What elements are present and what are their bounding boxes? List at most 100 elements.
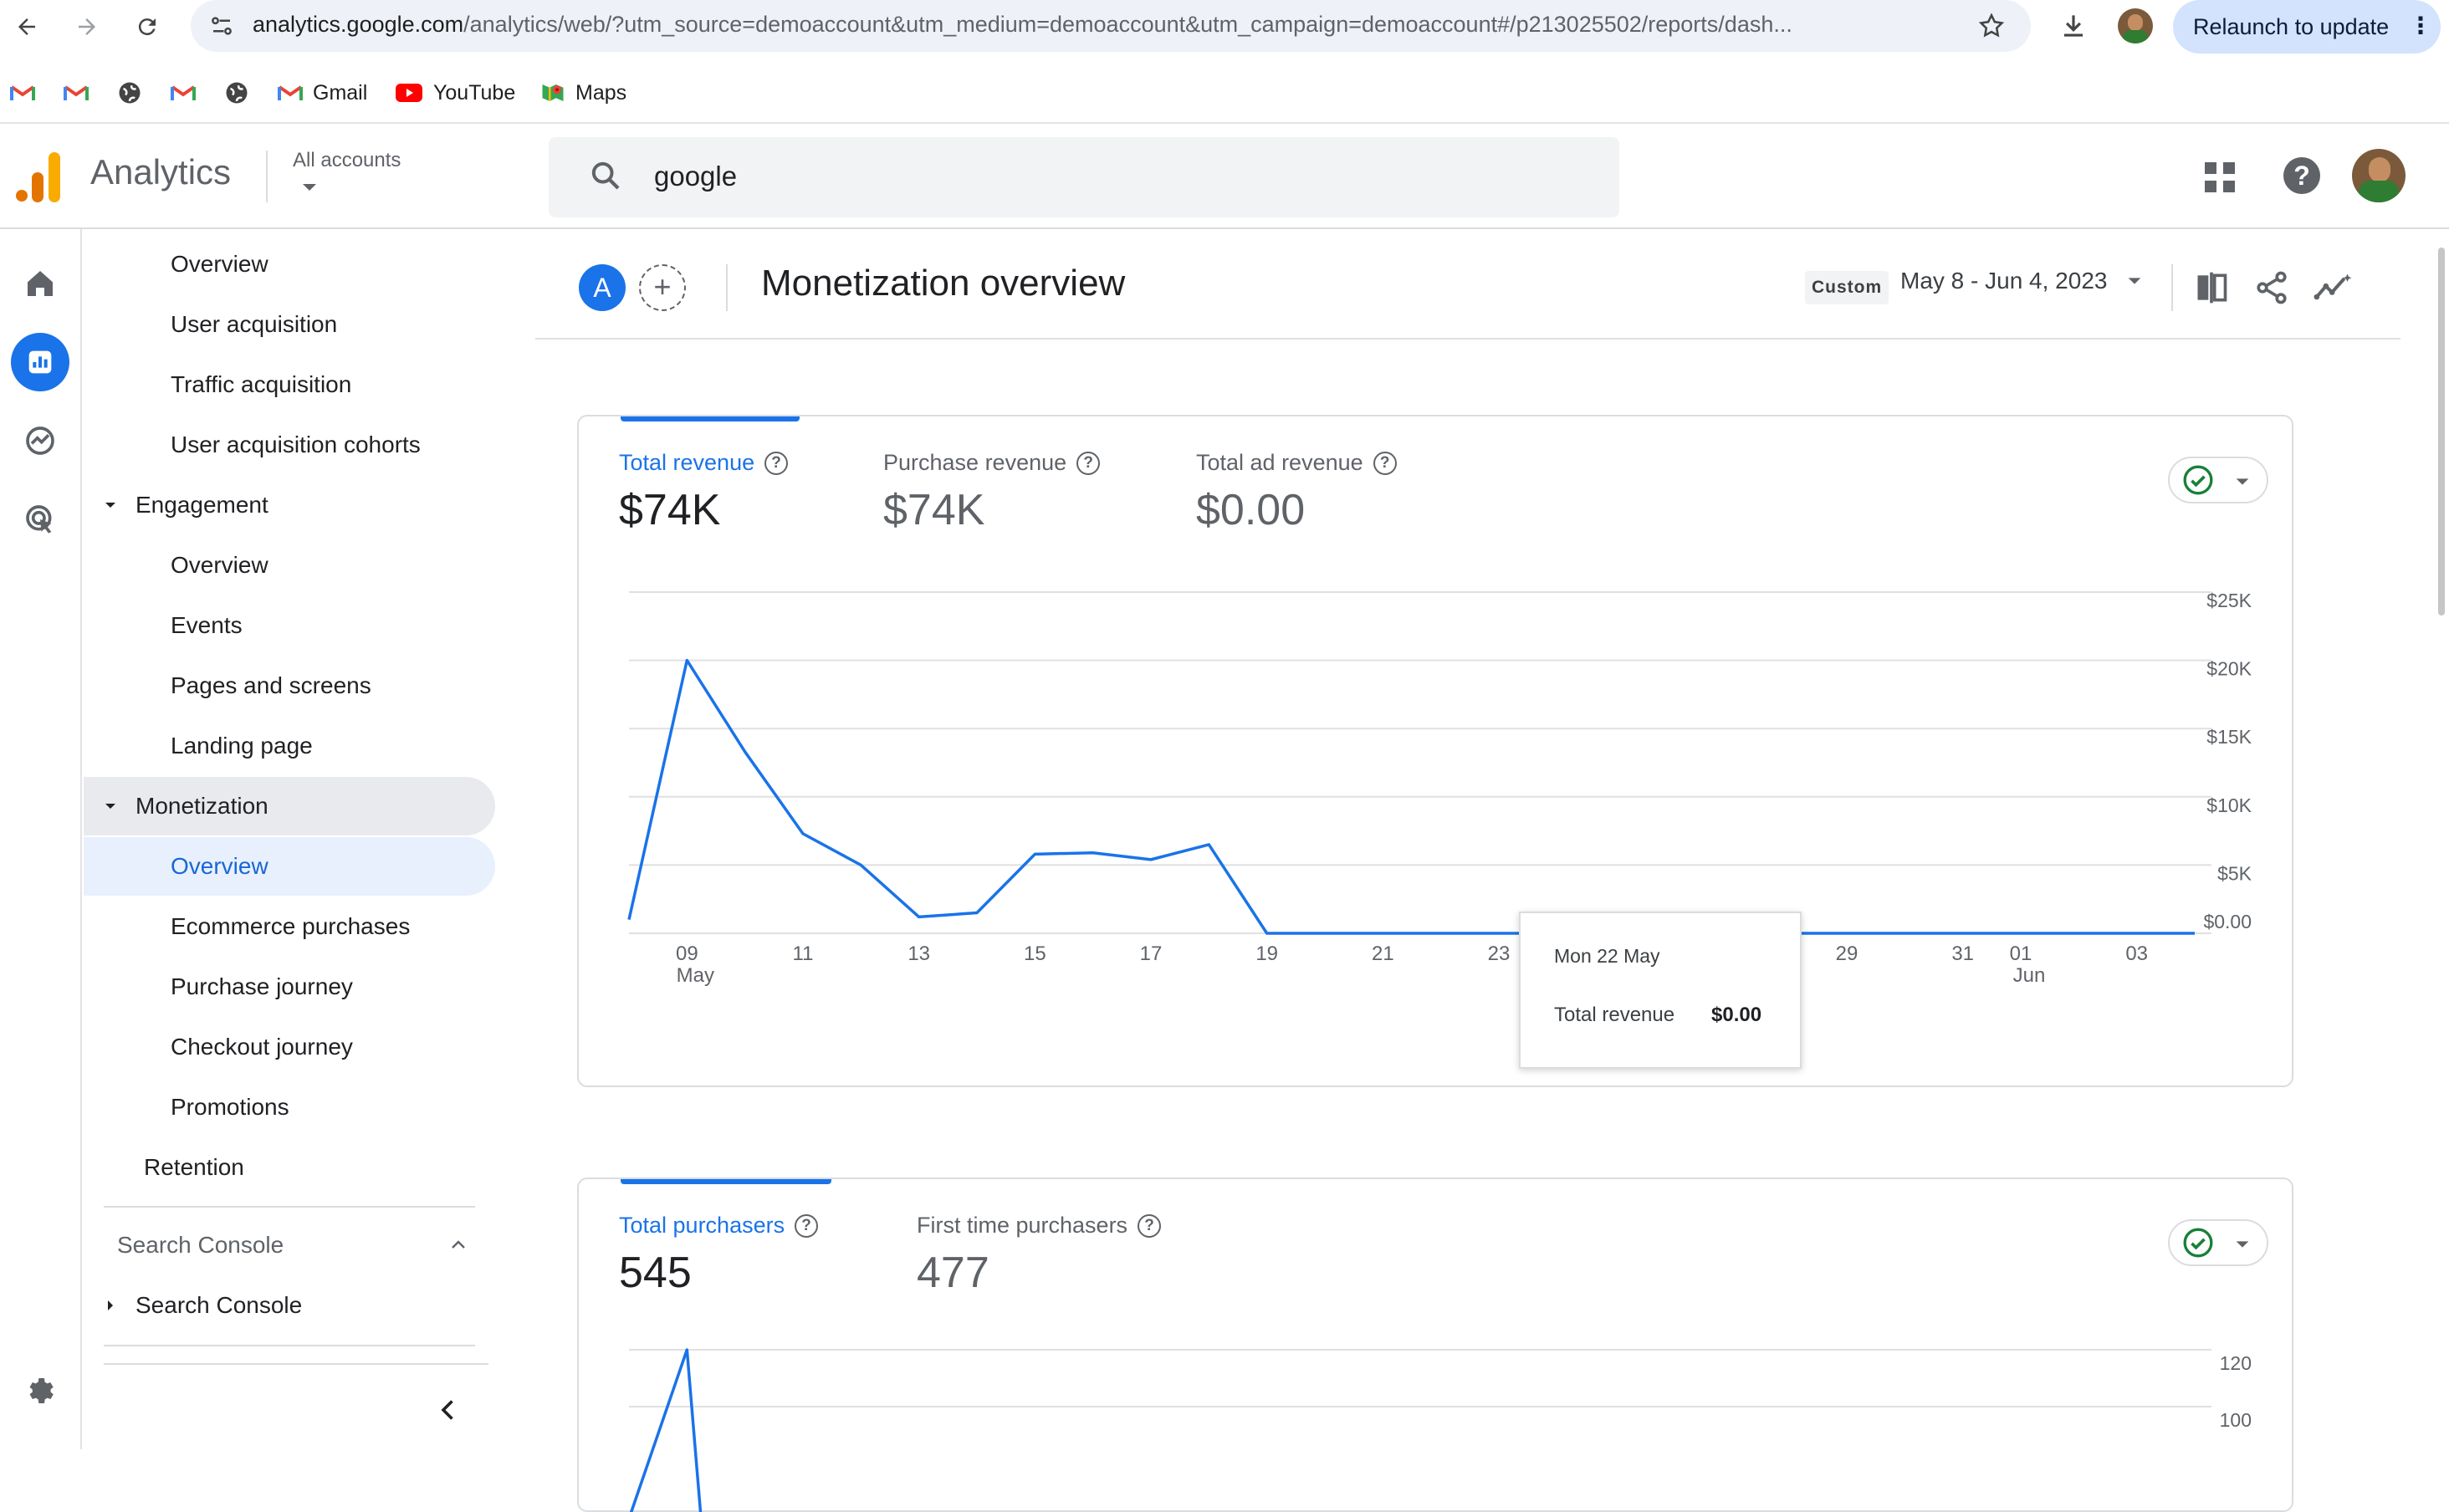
- nav-group-monetization[interactable]: Monetization: [84, 777, 495, 835]
- search-bar[interactable]: google: [549, 137, 1619, 217]
- collapse-nav-chevron-left-icon[interactable]: [433, 1395, 463, 1425]
- metric-tab-first-time-purchasers[interactable]: First time purchasers?: [917, 1213, 1161, 1239]
- youtube-icon: [395, 83, 423, 103]
- nav-divider: [104, 1363, 488, 1365]
- tooltip-date: Mon 22 May: [1554, 945, 1660, 968]
- page-scrollbar[interactable]: [2434, 229, 2449, 1449]
- gmail-bookmark[interactable]: Gmail: [278, 74, 367, 112]
- check-circle-icon: [2181, 1226, 2215, 1259]
- nav-item-pages-and-screens[interactable]: Pages and screens: [171, 656, 371, 715]
- add-comparison-icon[interactable]: +: [639, 264, 686, 311]
- nav-group-search-console[interactable]: Search Console: [84, 1276, 493, 1335]
- nav-group-engagement[interactable]: Engagement: [84, 476, 493, 534]
- explore-icon[interactable]: [11, 411, 69, 470]
- help-circle-icon[interactable]: ?: [1138, 1214, 1161, 1238]
- header-divider: [726, 264, 728, 311]
- scrollbar-thumb[interactable]: [2438, 248, 2445, 616]
- nav-item-landing-page[interactable]: Landing page: [171, 717, 313, 775]
- nav-item-retention[interactable]: Retention: [144, 1138, 244, 1197]
- advertising-icon[interactable]: [11, 490, 69, 549]
- settings-gear-icon[interactable]: [11, 1361, 69, 1420]
- comparison-avatar[interactable]: A: [579, 264, 626, 311]
- account-avatar[interactable]: [2352, 149, 2406, 202]
- youtube-bookmark[interactable]: YouTube: [395, 74, 515, 112]
- metric-tab-total-revenue[interactable]: Total revenue?: [619, 450, 788, 476]
- metric-value: $0.00: [1196, 485, 1305, 535]
- compare-icon[interactable]: [2193, 269, 2230, 306]
- reports-icon[interactable]: [11, 333, 69, 391]
- gmail-icon: [278, 84, 303, 102]
- x-tick-label: 09: [676, 942, 698, 965]
- nav-item-lifecycle-overview[interactable]: Overview: [171, 235, 268, 294]
- gmail-bookmark-3[interactable]: [171, 74, 196, 112]
- insights-icon[interactable]: [2314, 269, 2354, 306]
- reload-icon[interactable]: [129, 8, 166, 45]
- relaunch-button[interactable]: Relaunch to update ⋮: [2173, 0, 2441, 54]
- home-icon[interactable]: [11, 254, 69, 313]
- nav-item-ecommerce-purchases[interactable]: Ecommerce purchases: [171, 897, 410, 956]
- tooltip-value: $0.00: [1711, 1004, 1761, 1027]
- toolbar-divider: [2171, 264, 2173, 311]
- nav-item-traffic-acquisition[interactable]: Traffic acquisition: [171, 355, 351, 414]
- x-tick-label: 17: [1140, 942, 1163, 965]
- search-input[interactable]: google: [654, 161, 737, 192]
- nav-item-promotions[interactable]: Promotions: [171, 1078, 289, 1137]
- share-icon[interactable]: [2253, 269, 2290, 306]
- nav-item-user-acquisition-cohorts[interactable]: User acquisition cohorts: [171, 416, 421, 474]
- apps-grid-icon[interactable]: [2203, 161, 2237, 194]
- help-circle-icon[interactable]: ?: [1076, 452, 1100, 475]
- product-name: Analytics: [90, 152, 231, 192]
- x-tick-label: 15: [1024, 942, 1046, 965]
- x-tick-label: 29: [1836, 942, 1858, 965]
- download-icon[interactable]: [2058, 10, 2089, 42]
- profile-avatar[interactable]: [2118, 8, 2153, 43]
- address-bar[interactable]: analytics.google.com/analytics/web/?utm_…: [191, 0, 2031, 52]
- date-range-chip: Custom: [1805, 271, 1889, 304]
- y-tick-label: $10K: [2206, 794, 2252, 816]
- x-tick-label: 13: [908, 942, 930, 965]
- gmail-bookmark-2[interactable]: [64, 74, 89, 112]
- nav-item-user-acquisition[interactable]: User acquisition: [171, 295, 337, 354]
- metric-tab-total-ad-revenue[interactable]: Total ad revenue?: [1196, 450, 1397, 476]
- nav-item-checkout-journey[interactable]: Checkout journey: [171, 1018, 353, 1076]
- globe-bookmark-2[interactable]: [224, 74, 249, 112]
- section-search-console[interactable]: Search Console: [117, 1216, 475, 1274]
- y-tick-label: $25K: [2206, 590, 2252, 611]
- gmail-bookmark-1[interactable]: [10, 74, 35, 112]
- nav-item-engagement-overview[interactable]: Overview: [171, 536, 268, 595]
- more-vert-icon[interactable]: ⋮: [2409, 12, 2432, 39]
- bookmarks-bar: Gmail YouTube Maps: [0, 74, 2449, 112]
- account-picker[interactable]: All accounts: [293, 149, 401, 194]
- x-tick-label: 23: [1488, 942, 1511, 965]
- page-title: Monetization overview: [761, 263, 1125, 304]
- nav-item-purchase-journey[interactable]: Purchase journey: [171, 958, 353, 1016]
- maps-bookmark[interactable]: Maps: [540, 74, 626, 112]
- date-range-text: May 8 - Jun 4, 2023: [1900, 268, 2107, 294]
- nav-item-events[interactable]: Events: [171, 596, 243, 655]
- help-circle-icon[interactable]: ?: [795, 1214, 818, 1238]
- nav-item-monetization-overview[interactable]: Overview: [84, 837, 495, 896]
- analytics-logo[interactable]: [15, 152, 62, 202]
- help-circle-icon[interactable]: ?: [1373, 452, 1397, 475]
- caret-down-icon: [102, 798, 119, 815]
- reports-nav: Overview User acquisition Traffic acquis…: [84, 229, 502, 1449]
- forward-icon[interactable]: [69, 8, 105, 45]
- browser-chrome: analytics.google.com/analytics/web/?utm_…: [0, 0, 2449, 122]
- header-rule: [535, 338, 2400, 340]
- data-quality-button[interactable]: [2168, 457, 2268, 503]
- metric-tab-purchase-revenue[interactable]: Purchase revenue?: [883, 450, 1100, 476]
- y-tick-label: $20K: [2206, 658, 2252, 680]
- help-icon[interactable]: ?: [2283, 157, 2320, 194]
- globe-bookmark-1[interactable]: [117, 74, 142, 112]
- site-info-icon[interactable]: [209, 13, 234, 38]
- bookmark-star-icon[interactable]: [1977, 12, 2006, 40]
- y-tick-label: 120: [2220, 1352, 2252, 1374]
- back-icon[interactable]: [8, 8, 45, 45]
- url-text: analytics.google.com/analytics/web/?utm_…: [253, 12, 1792, 38]
- date-range-picker[interactable]: May 8 - Jun 4, 2023: [1900, 268, 2144, 294]
- help-circle-icon[interactable]: ?: [764, 452, 788, 475]
- search-icon: [589, 159, 622, 192]
- metric-tab-total-purchasers[interactable]: Total purchasers?: [619, 1213, 818, 1239]
- bookmark-label: Maps: [575, 81, 626, 105]
- data-quality-button[interactable]: [2168, 1219, 2268, 1266]
